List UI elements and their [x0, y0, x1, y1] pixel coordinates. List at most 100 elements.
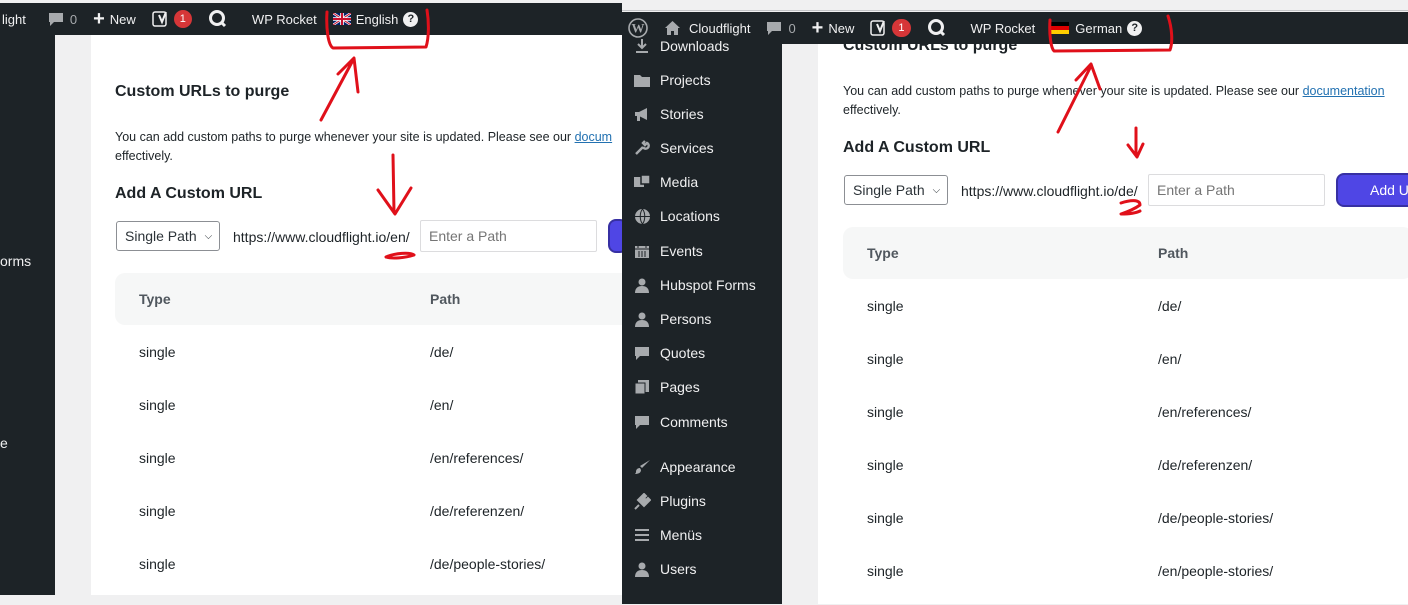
cell-path: /en/people-stories/ [1158, 563, 1274, 579]
table-header: Type Path [115, 273, 622, 325]
select-value: Single Path [853, 182, 925, 198]
sidebar-item-label: Menüs [660, 527, 703, 543]
sidebar-item-downloads[interactable]: Downloads [622, 29, 782, 63]
admin-sidebar: orms e [0, 35, 55, 595]
sidebar-item-label: Quotes [660, 345, 706, 361]
query-monitor-link[interactable] [200, 3, 236, 35]
sidebar-item-label: Events [660, 243, 703, 259]
sidebar-item-men-s[interactable]: Menüs [622, 518, 782, 552]
sidebar-item-label: Hubspot Forms [660, 277, 756, 293]
column-path-header: Path [1158, 245, 1189, 261]
cell-type: single [867, 563, 904, 579]
table-row: single/de/referenzen/ [843, 439, 1408, 492]
sidebar-item-stories[interactable]: Stories [622, 97, 782, 131]
cell-path: /de/referenzen/ [1158, 457, 1253, 473]
cell-path: /en/references/ [1158, 404, 1252, 420]
sidebar-item-label: Locations [660, 208, 720, 224]
cell-path: /de/people-stories/ [1158, 510, 1274, 526]
language-label: German [1075, 20, 1123, 36]
cell-path: /de/referenzen/ [430, 503, 525, 519]
add-url-button[interactable]: Add U [1336, 173, 1408, 207]
cell-type: single [867, 510, 904, 526]
cell-type: single [867, 298, 904, 314]
table-row: single/de/referenzen/ [115, 485, 622, 538]
sidebar-item-projects[interactable]: Projects [622, 63, 782, 97]
sidebar-item-partial[interactable]: e [0, 435, 8, 451]
comments-link[interactable]: 0 [40, 3, 85, 35]
add-url-button[interactable] [608, 219, 622, 253]
right-screenshot: W Cloudflight 0 + New 1 WP Rocket German… [622, 10, 1408, 605]
sidebar-item-locations[interactable]: Locations [622, 199, 782, 233]
new-content-button[interactable]: + New [85, 3, 144, 35]
column-type-header: Type [139, 291, 171, 307]
path-input[interactable] [420, 220, 597, 252]
comments-count: 0 [788, 20, 796, 36]
sidebar-item-label: Media [660, 174, 699, 190]
help-icon[interactable]: ? [1127, 20, 1143, 36]
wp-rocket-link[interactable]: WP Rocket [244, 3, 325, 35]
sidebar-item-appearance[interactable]: Appearance [622, 450, 782, 484]
path-type-select[interactable]: Single Path ⌵ [116, 221, 220, 251]
sidebar-item-quotes[interactable]: Quotes [622, 336, 782, 370]
description-main: You can add custom paths to purge whenev… [843, 84, 1300, 98]
sidebar-item-plugins[interactable]: Plugins [622, 484, 782, 518]
yoast-menu[interactable]: 1 [862, 12, 918, 44]
uk-flag-icon [332, 13, 351, 25]
new-label: New [828, 20, 855, 36]
comments-count: 0 [69, 11, 78, 27]
sidebar-item-label: Downloads [660, 38, 730, 54]
add-custom-url-title: Add A Custom URL [843, 139, 991, 156]
sidebar-item-media[interactable]: Media [622, 165, 782, 199]
site-name-label: light [2, 11, 26, 27]
sidebar-item-persons[interactable]: Persons [622, 302, 782, 336]
yoast-badge: 1 [892, 19, 911, 37]
base-url-text: https://www.cloudflight.io/en/ [233, 229, 410, 245]
description-main: You can add custom paths to purge whenev… [115, 130, 572, 144]
sidebar-item-comments[interactable]: Comments [622, 405, 782, 439]
table-row: single/en/ [843, 333, 1408, 386]
yoast-badge: 1 [173, 10, 192, 28]
description-end: effectively. [843, 103, 901, 117]
cell-type: single [139, 397, 176, 413]
section-title: Custom URLs to purge [115, 83, 290, 100]
column-path-header: Path [430, 291, 461, 307]
sidebar-item-hubspot-forms[interactable]: Hubspot Forms [622, 268, 782, 302]
help-icon[interactable]: ? [403, 11, 419, 27]
cell-path: /de/people-stories/ [430, 556, 546, 572]
add-custom-url-title: Add A Custom URL [115, 185, 263, 202]
documentation-link[interactable]: documentation [1303, 84, 1385, 98]
plus-icon: + [811, 17, 824, 39]
cell-type: single [139, 450, 176, 466]
language-switcher[interactable]: German ? [1043, 12, 1150, 44]
sidebar-item-label: Users [660, 561, 697, 577]
select-value: Single Path [125, 228, 197, 244]
sidebar-item-users[interactable]: Users [622, 552, 782, 586]
person-icon [632, 309, 652, 329]
query-monitor-link[interactable] [919, 12, 955, 44]
yoast-menu[interactable]: 1 [144, 3, 200, 35]
table-row: single/en/references/ [843, 386, 1408, 439]
table-header: Type Path [843, 227, 1408, 279]
documentation-link[interactable]: docum [575, 130, 613, 144]
description-text: You can add custom paths to purge whenev… [115, 128, 622, 166]
path-input[interactable] [1148, 174, 1325, 206]
new-content-button[interactable]: + New [804, 12, 863, 44]
sidebar-item-label: Persons [660, 311, 712, 327]
sidebar-item-label: Pages [660, 379, 700, 395]
language-switcher[interactable]: English ? [325, 3, 427, 35]
sidebar-item-events[interactable]: Events [622, 234, 782, 268]
cell-path: /en/ [1158, 351, 1182, 367]
pages-icon [632, 377, 652, 397]
site-name-link[interactable]: light [0, 3, 34, 35]
wp-rocket-link[interactable]: WP Rocket [963, 12, 1044, 44]
person-icon [632, 275, 652, 295]
calendar-icon [632, 241, 652, 261]
table-row: single/de/ [843, 280, 1408, 333]
cell-path: /en/references/ [430, 450, 524, 466]
sidebar-item-services[interactable]: Services [622, 131, 782, 165]
yoast-icon [870, 19, 888, 37]
path-type-select[interactable]: Single Path ⌵ [844, 175, 948, 205]
admin-sidebar: Downloads Projects Stories Services Media Loc… [622, 38, 782, 604]
sidebar-item-forms-partial[interactable]: orms [0, 253, 31, 269]
sidebar-item-pages[interactable]: Pages [622, 370, 782, 404]
